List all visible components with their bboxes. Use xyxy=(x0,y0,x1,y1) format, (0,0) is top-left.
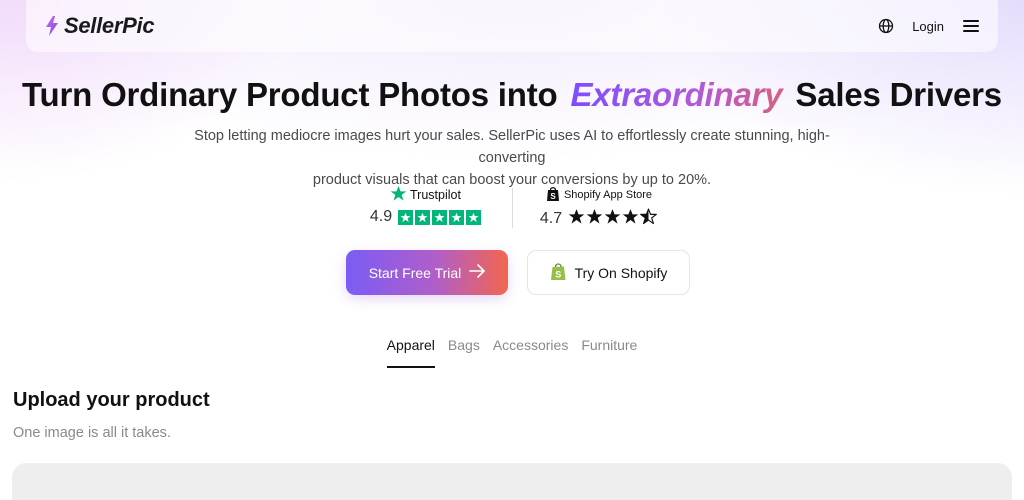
shopify-source: S Shopify App Store xyxy=(545,184,652,206)
tab-bags[interactable]: Bags xyxy=(448,337,480,368)
try-on-shopify-label: Try On Shopify xyxy=(574,264,668,281)
upload-subtitle: One image is all it takes. xyxy=(13,425,171,441)
star-icon xyxy=(449,209,465,225)
tab-furniture[interactable]: Furniture xyxy=(581,337,637,368)
hero-subtitle-line-1: Stop letting mediocre images hurt your s… xyxy=(194,128,830,166)
arrow-right-icon xyxy=(469,264,486,281)
brand-name: SellerPic xyxy=(64,13,155,38)
svg-text:S: S xyxy=(550,192,556,201)
trustpilot-label: Trustpilot xyxy=(410,188,461,202)
star-icon xyxy=(415,209,431,225)
hero-title-after: Sales Drivers xyxy=(795,76,1002,113)
star-icon xyxy=(432,209,448,225)
ratings-row: Trustpilot 4.9 S Shopify App Store 4.7 xyxy=(0,184,1024,230)
try-on-shopify-button[interactable]: S Try On Shopify xyxy=(527,250,690,295)
start-free-trial-button[interactable]: Start Free Trial xyxy=(346,250,508,295)
star-icon xyxy=(586,208,603,230)
star-icon xyxy=(466,209,482,225)
trustpilot-score-row: 4.9 xyxy=(369,208,482,226)
shopify-score-row: 4.7 xyxy=(540,208,657,230)
shopify-label: Shopify App Store xyxy=(563,189,653,201)
star-icon xyxy=(398,209,414,225)
star-icon xyxy=(622,208,639,230)
upload-title: Upload your product xyxy=(13,389,210,411)
shopify-rating[interactable]: S Shopify App Store 4.7 xyxy=(531,184,667,230)
trustpilot-stars xyxy=(398,209,482,225)
header-actions: Login xyxy=(878,18,980,34)
login-link[interactable]: Login xyxy=(912,19,944,34)
hero-title-before: Turn Ordinary Product Photos into xyxy=(22,76,558,113)
shopify-score: 4.7 xyxy=(539,210,563,227)
globe-icon[interactable] xyxy=(878,18,894,34)
star-icon xyxy=(604,208,621,230)
trustpilot-rating[interactable]: Trustpilot 4.9 xyxy=(358,184,494,226)
trustpilot-score: 4.9 xyxy=(369,208,393,225)
half-star-icon xyxy=(640,208,657,230)
tab-accessories[interactable]: Accessories xyxy=(493,337,568,368)
hero-title-accent: Extraordinary xyxy=(566,76,786,113)
shopify-bag-icon: S xyxy=(545,185,561,205)
svg-text:S: S xyxy=(555,269,561,279)
shopify-stars xyxy=(568,208,657,230)
trustpilot-source: Trustpilot xyxy=(390,184,461,206)
category-tabs: Apparel Bags Accessories Furniture xyxy=(0,337,1024,368)
start-free-trial-label: Start Free Trial xyxy=(368,264,462,281)
ratings-divider xyxy=(511,188,513,228)
trustpilot-star-icon xyxy=(390,185,407,205)
shopify-logo-icon: S xyxy=(550,262,567,284)
hero-subtitle: Stop letting mediocre images hurt your s… xyxy=(162,125,862,191)
hero-title: Turn Ordinary Product Photos into Extrao… xyxy=(0,76,1024,114)
brand-logo[interactable]: SellerPic xyxy=(44,13,155,39)
star-icon xyxy=(568,208,585,230)
hamburger-menu-icon[interactable] xyxy=(962,19,980,33)
brand-bolt-icon xyxy=(44,15,60,37)
top-nav: SellerPic Login xyxy=(26,0,998,52)
upload-dropzone[interactable] xyxy=(12,463,1012,500)
tab-apparel[interactable]: Apparel xyxy=(386,337,435,368)
